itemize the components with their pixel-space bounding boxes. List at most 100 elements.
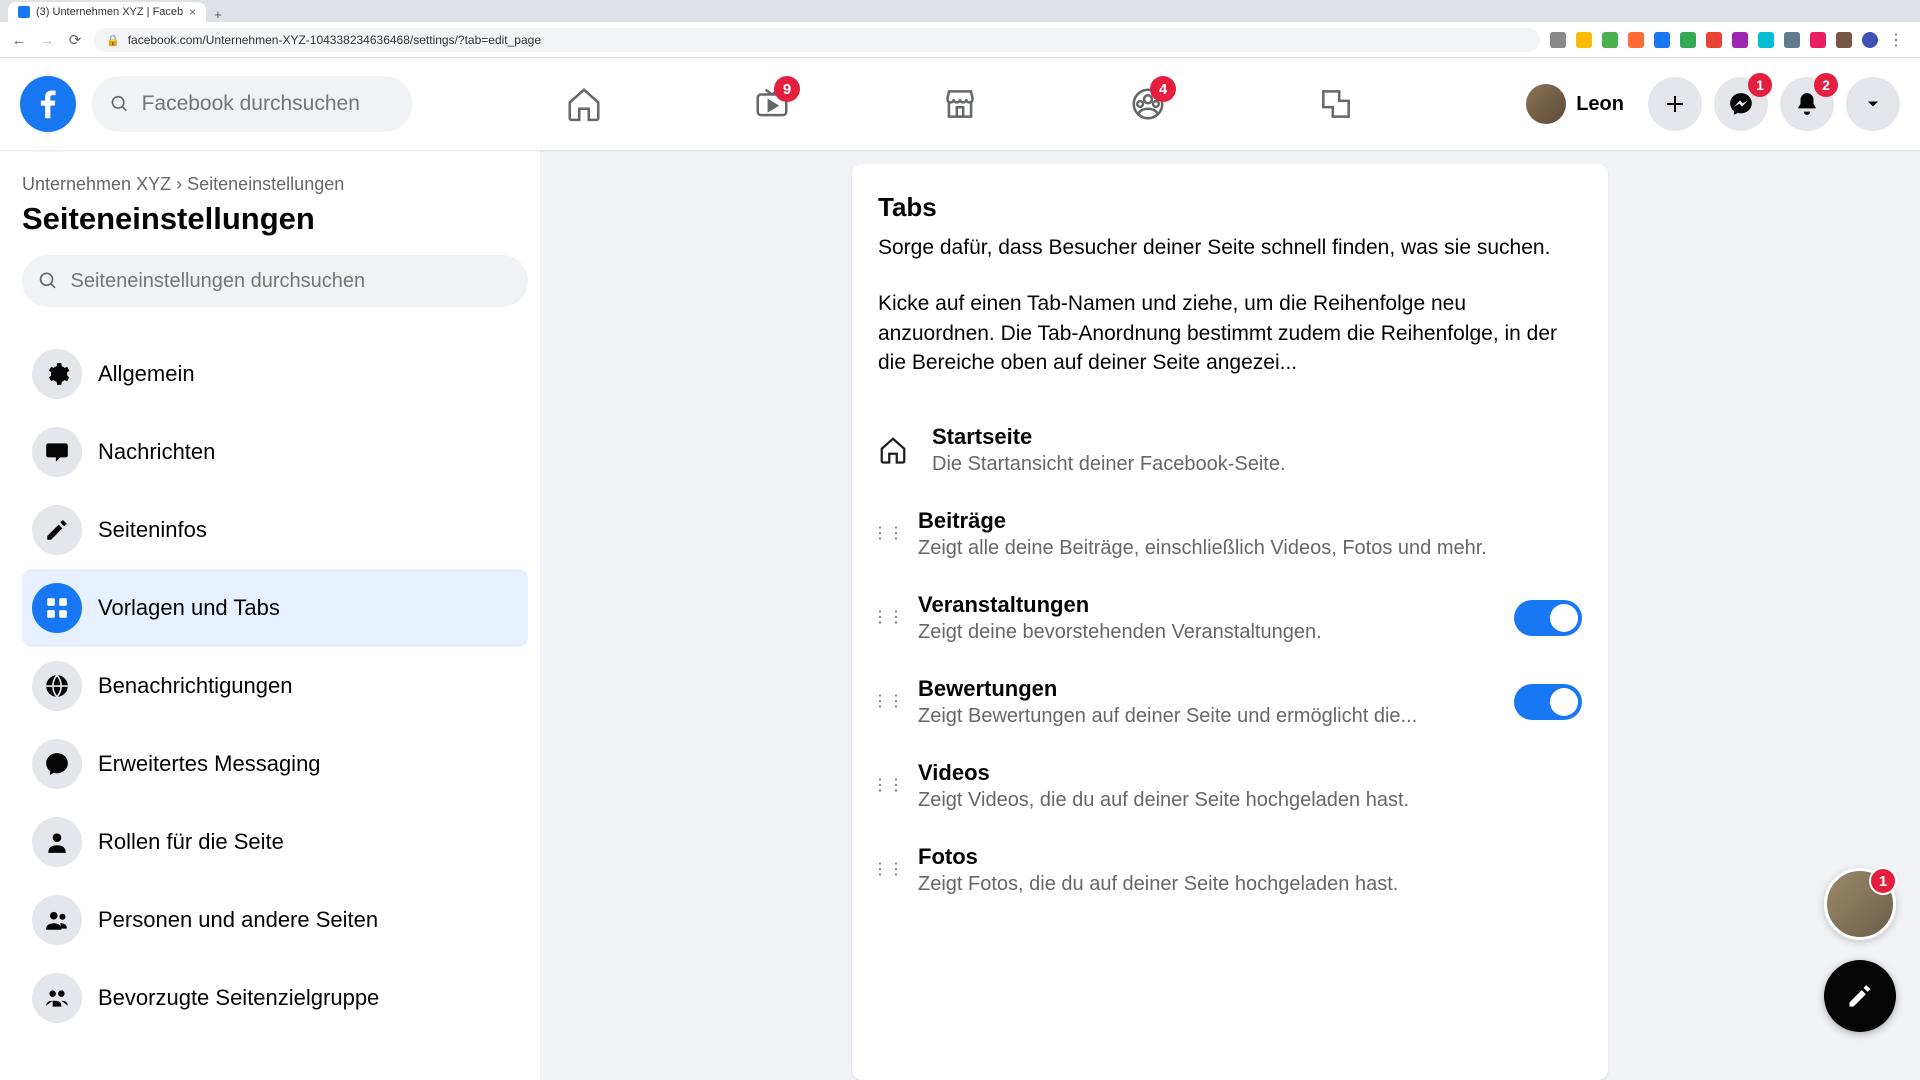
nav-groups[interactable]: 4 [1058,68,1238,140]
tab-row-fotos[interactable]: ⋮⋮ Fotos Zeigt Fotos, die du auf deiner … [878,828,1582,912]
ext-icon[interactable] [1654,32,1670,48]
sidebar-search[interactable] [22,255,528,307]
nav-watch[interactable]: 9 [682,68,862,140]
ext-icon[interactable] [1784,32,1800,48]
ext-icon[interactable] [1758,32,1774,48]
sidebar-item-benachrichtigungen[interactable]: Benachrichtigungen [22,647,528,725]
ext-icon[interactable] [1576,32,1592,48]
tab-row-videos[interactable]: ⋮⋮ Videos Zeigt Videos, die du auf deine… [878,744,1582,828]
ext-icon[interactable] [1680,32,1696,48]
create-button[interactable] [1648,77,1702,131]
browser-tab-bar: (3) Unternehmen XYZ | Faceb × + [0,0,1920,22]
drag-handle-icon[interactable]: ⋮⋮ [878,531,898,537]
new-tab-button[interactable]: + [206,7,230,22]
watch-badge: 9 [774,76,800,102]
home-icon [565,85,603,123]
search-icon [38,270,58,292]
floating-chat-avatar[interactable]: 1 [1824,868,1896,940]
bell-icon [1794,91,1820,117]
nav-gaming[interactable] [1246,68,1426,140]
tab-subtitle: Zeigt alle deine Beiträge, einschließlic… [918,537,1582,560]
ext-icon[interactable] [1706,32,1722,48]
breadcrumb-page-link[interactable]: Unternehmen XYZ [22,174,171,194]
drag-handle-icon[interactable]: ⋮⋮ [878,783,898,789]
url-text: facebook.com/Unternehmen-XYZ-10433823463… [128,33,541,47]
ext-icon[interactable] [1628,32,1644,48]
gear-icon [32,349,82,399]
chat-badge: 1 [1869,867,1897,895]
toggle-switch[interactable] [1514,684,1582,720]
tab-subtitle: Zeigt Fotos, die du auf deiner Seite hoc… [918,873,1582,896]
address-bar[interactable]: 🔒 facebook.com/Unternehmen-XYZ-104338234… [94,28,1540,52]
avatar [1526,84,1566,124]
ext-icon[interactable] [1836,32,1852,48]
messenger-icon [1728,91,1754,117]
marketplace-icon [941,85,979,123]
pencil-icon [32,505,82,555]
tab-title: (3) Unternehmen XYZ | Faceb [36,6,183,18]
sidebar-item-seiteninfos[interactable]: Seiteninfos [22,491,528,569]
sidebar-item-label: Bevorzugte Seitenzielgruppe [98,985,379,1011]
account-menu-button[interactable] [1846,77,1900,131]
sidebar-item-personen[interactable]: Personen und andere Seiten [22,881,528,959]
forward-button[interactable]: → [38,31,56,49]
ext-icon[interactable] [1602,32,1618,48]
tab-row-bewertungen[interactable]: ⋮⋮ Bewertungen Zeigt Bewertungen auf dei… [878,660,1582,744]
tab-subtitle: Zeigt Videos, die du auf deiner Seite ho… [918,789,1582,812]
audience-icon [32,973,82,1023]
tab-title: Beiträge [918,508,1582,534]
tab-subtitle: Zeigt deine bevorstehenden Veranstaltung… [918,621,1494,644]
ext-icon[interactable] [1732,32,1748,48]
ext-icon[interactable] [1810,32,1826,48]
card-instructions: Kicke auf einen Tab-Namen und ziehe, um … [878,289,1582,378]
tab-row-veranstaltungen[interactable]: ⋮⋮ Veranstaltungen Zeigt deine bevorsteh… [878,576,1582,660]
sidebar-item-rollen[interactable]: Rollen für die Seite [22,803,528,881]
plus-icon [1663,92,1687,116]
facebook-search[interactable] [92,76,412,132]
people-icon [32,895,82,945]
sidebar-item-label: Erweitertes Messaging [98,751,321,777]
sidebar-item-zielgruppe[interactable]: Bevorzugte Seitenzielgruppe [22,959,528,1037]
drag-handle-icon[interactable]: ⋮⋮ [878,699,898,705]
toggle-switch[interactable] [1514,600,1582,636]
sidebar-item-nachrichten[interactable]: Nachrichten [22,413,528,491]
drag-handle-icon[interactable]: ⋮⋮ [878,615,898,621]
facebook-header: 9 4 Leon 1 2 [0,58,1920,150]
tab-title: Veranstaltungen [918,592,1494,618]
floating-new-message-button[interactable] [1824,960,1896,1032]
sidebar-item-vorlagen-tabs[interactable]: Vorlagen und Tabs [22,569,528,647]
messenger-badge: 1 [1748,73,1772,97]
messenger-button[interactable]: 1 [1714,77,1768,131]
nav-marketplace[interactable] [870,68,1050,140]
sidebar-item-erweitertes-messaging[interactable]: Erweitertes Messaging [22,725,528,803]
tab-subtitle: Die Startansicht deiner Facebook-Seite. [932,453,1582,476]
sidebar-search-input[interactable] [70,270,512,293]
menu-icon[interactable]: ⋮ [1888,30,1904,50]
profile-chip[interactable]: Leon [1514,78,1636,130]
back-button[interactable]: ← [10,31,28,49]
sidebar-item-label: Seiteninfos [98,517,207,543]
nav-home[interactable] [494,68,674,140]
compose-icon [1846,982,1874,1010]
page-title: Seiteneinstellungen [22,201,528,237]
sidebar-item-label: Rollen für die Seite [98,829,284,855]
reload-button[interactable]: ⟳ [66,31,84,49]
notifications-badge: 2 [1814,73,1838,97]
tabs-card: Tabs Sorge dafür, dass Besucher deiner S… [852,164,1608,1080]
tab-row-beitraege[interactable]: ⋮⋮ Beiträge Zeigt alle deine Beiträge, e… [878,492,1582,576]
profile-icon[interactable] [1862,32,1878,48]
browser-tab[interactable]: (3) Unternehmen XYZ | Faceb × [8,2,206,22]
ext-icon[interactable] [1550,32,1566,48]
main-content: Tabs Sorge dafür, dass Besucher deiner S… [540,150,1920,1080]
tab-title: Fotos [918,844,1582,870]
facebook-logo[interactable] [20,76,76,132]
sidebar-item-allgemein[interactable]: Allgemein [22,335,528,413]
close-tab-icon[interactable]: × [189,5,196,19]
search-icon [110,93,130,115]
search-input[interactable] [142,92,394,116]
notifications-button[interactable]: 2 [1780,77,1834,131]
tab-subtitle: Zeigt Bewertungen auf deiner Seite und e… [918,705,1494,728]
card-heading: Tabs [878,192,1582,223]
tab-row-startseite[interactable]: Startseite Die Startansicht deiner Faceb… [878,408,1582,492]
drag-handle-icon[interactable]: ⋮⋮ [878,867,898,873]
